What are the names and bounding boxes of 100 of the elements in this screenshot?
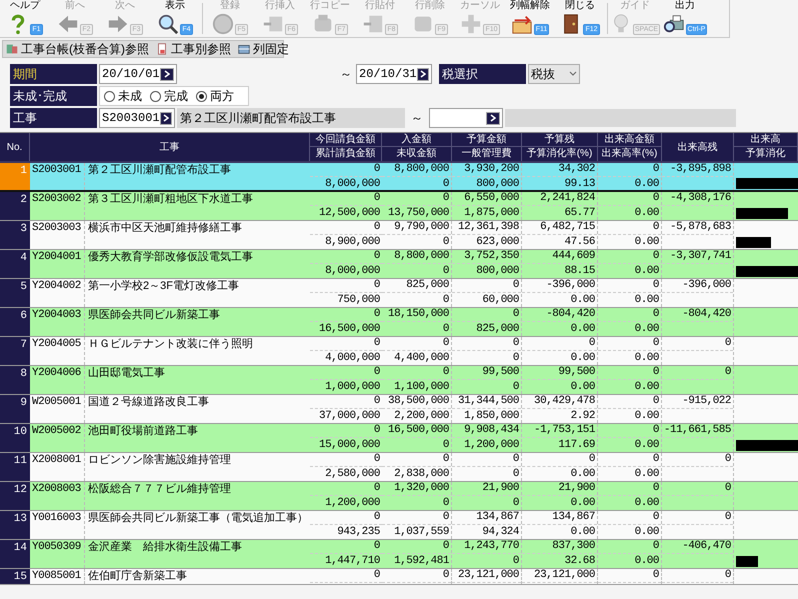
radio-button[interactable] — [104, 90, 115, 102]
table-cell-text: 6,550,000 — [464, 191, 519, 206]
table-row[interactable]: 8 Y2004006 山田邸電気工事 0 1,000,000 0 1,100,000 99,500 0 99,500 0.00 0 0.00 0 — [0, 366, 798, 395]
table-cell-text: 825,000 — [406, 278, 449, 294]
radio-option[interactable]: 完成 — [150, 87, 188, 105]
table-cell-text: 18,150,000 — [388, 307, 449, 322]
radio-option[interactable]: 未成 — [104, 87, 142, 105]
column-header[interactable]: 予算消化 — [734, 147, 797, 161]
input-field[interactable] — [429, 108, 503, 128]
table-cell-text: 0 — [652, 394, 659, 410]
table-row[interactable]: 9 W2005001 国道２号線道路改良工事 0 37,000,000 38,500,000 2,200,000 31,344,500 1,850,000 30,429,478 2.92 0 0.00 -915,022 — [0, 395, 798, 424]
column-header[interactable]: 入金額 — [382, 133, 451, 147]
table-cell-text: 0 — [724, 452, 731, 468]
column-header[interactable]: 累計請負金額 — [310, 147, 381, 161]
picker-button[interactable] — [416, 68, 429, 80]
table-cell-text: 0 — [724, 481, 731, 496]
table-cell-text: 0.00 — [634, 264, 659, 279]
radio-button[interactable] — [196, 90, 207, 102]
table-cell-text: 99.13 — [564, 176, 595, 192]
table-cell-text: 47.56 — [564, 234, 595, 250]
field-label: 税選択 — [439, 64, 526, 84]
row-number: 1 — [20, 164, 27, 179]
table-cell-text: 0 — [374, 336, 380, 352]
table-cell: ＨＧビルテナント改装に伴う照明 — [88, 338, 253, 350]
table-cell: Y2004003 — [32, 309, 81, 321]
table-cell-text: -3,895,898 — [670, 162, 731, 178]
table-cell-text: 0 — [652, 220, 659, 236]
table-row[interactable]: 12 X2008003 松阪総合７７７ビル維持管理 0 1,200,000 1,320,000 0 21,900 0 21,900 0.00 0 0.00 0 — [0, 482, 798, 511]
table-cell-text: 0.00 — [634, 292, 659, 308]
table-cell-text: 0 — [442, 438, 449, 453]
table-cell-text: 0 — [512, 350, 519, 366]
table-row[interactable]: 14 Y0050309 金沢産業 給排水衛生設備工事 0 1,447,710 0 1,592,481 1,243,770 0 837,300 32.68 0 0.00 -406,470 — [0, 540, 798, 569]
table-cell-text: 0 — [374, 394, 380, 410]
table-cell-text: 0.00 — [634, 524, 659, 540]
table-cell-text: 1,243,770 — [464, 539, 519, 554]
column-header[interactable]: 予算消化率(%) — [522, 147, 597, 161]
table-cell-text: 0 — [442, 539, 449, 554]
table-row[interactable]: 7 Y2004005 ＨＧビルテナント改装に伴う照明 0 4,000,000 0 4,400,000 0 0 0 0.00 0 0.00 0 — [0, 337, 798, 366]
table-cell-text: 2,580,000 — [325, 466, 380, 482]
picker-button[interactable] — [160, 68, 174, 80]
toolbar-button[interactable]: 列固定 — [237, 42, 289, 56]
cross-arrows-icon — [460, 13, 482, 35]
column-header[interactable]: 今回請負金額 — [310, 133, 381, 147]
row-number: 6 — [20, 309, 27, 324]
radio-button[interactable] — [150, 90, 161, 102]
table-row[interactable]: 10 W2005002 池田町役場前道路工事 0 15,000,000 16,500,000 0 9,908,434 1,200,000 -1,753,151 117.69 0 0.00 -11,661,585 — [0, 424, 798, 453]
table-cell-text: 0 — [442, 496, 449, 511]
tax-select[interactable]: 税抜 — [528, 64, 580, 84]
radio-option[interactable]: 両方 — [196, 87, 234, 105]
table-row[interactable]: 6 Y2004003 県医師会共同ビル新築工事 0 16,500,000 18,150,000 0 0 825,000 -804,420 0.00 0 0.00 -804,420 — [0, 308, 798, 337]
picker-button[interactable] — [486, 112, 500, 124]
table-cell-text: 0 — [652, 510, 659, 526]
table-row[interactable]: 11 X2008001 ロビンソン除害施設維持管理 0 2,580,000 0 2,838,000 0 0 0 0.00 0 0.00 0 — [0, 453, 798, 482]
arrow-right-icon — [107, 13, 130, 35]
table-cell-text: 12,361,398 — [458, 220, 519, 236]
row-number: 13 — [14, 512, 27, 527]
table-cell-text: 0 — [652, 539, 659, 554]
table-row[interactable]: 4 Y2004001 優秀大教育学部改修仮設電気工事 0 8,000,000 8,800,000 0 3,752,350 800,000 444,609 88.15 0 0.00 -3,307,741 — [0, 250, 798, 279]
table-cell-text: 0 — [724, 510, 731, 526]
toolbar-button[interactable]: 工事台帳(枝番合算)参照 — [5, 42, 149, 56]
table-cell-text: 0 — [652, 336, 659, 352]
table-cell-text: 2,200,000 — [394, 408, 449, 424]
table-cell-text: 0.00 — [570, 292, 595, 308]
table-cell-text: 0 — [374, 539, 380, 554]
column-header[interactable]: 出来高残 — [678, 140, 718, 154]
table-cell-text: 0 — [442, 234, 449, 250]
column-header[interactable]: 工事 — [160, 140, 180, 154]
table-row[interactable]: 13 Y0016003 県医師会共同ビル新築工事（電気追加工事） 0 943,235 0 1,037,559 134,867 94,324 134,867 0.00 0 0.00 0 — [0, 511, 798, 540]
toolbar-button[interactable]: 工事別参照 — [155, 42, 231, 56]
table-cell: Y2004005 — [32, 338, 81, 350]
column-header[interactable]: 未収金額 — [382, 147, 451, 161]
table-row[interactable]: 15 Y0085001 佐伯町庁舎新築工事 0 0 23,121,000 23,121,000 0 0 — [0, 569, 798, 585]
table-row[interactable]: 3 S2003003 横浜市中区天池町維持修繕工事 0 8,900,000 9,790,000 0 12,361,398 623,000 6,482,715 47.56 0 0.00 -5,878,683 — [0, 221, 798, 250]
column-header[interactable]: No. — [6, 140, 22, 154]
column-header[interactable]: 出来高率(%) — [598, 147, 661, 161]
table-cell: 県医師会共同ビル新築工事 — [88, 309, 220, 321]
table-cell-text: 0.00 — [634, 234, 659, 250]
table-row[interactable]: 5 Y2004002 第一小学校2～3F電灯改修工事 0 750,000 825,000 0 0 60,000 -396,000 0.00 0 0.00 -396,000 — [0, 279, 798, 308]
table-cell-text: 0 — [512, 554, 519, 569]
table-cell-text: 0 — [374, 278, 380, 294]
table-cell-text: 8,000,000 — [325, 176, 380, 192]
input-field[interactable]: 20/10/31 — [356, 64, 432, 84]
table-cell-text: 0 — [652, 278, 659, 294]
picker-button[interactable] — [160, 112, 172, 124]
column-header[interactable]: 予算残 — [522, 133, 597, 147]
column-header[interactable]: 一般管理費 — [452, 147, 521, 161]
table-row[interactable]: 2 S2003002 第３工区川瀬町粗地区下水道工事 0 12,500,000 0 13,750,000 6,550,000 1,875,000 2,241,824 65.77 0 0.00 -4,308,176 — [0, 192, 798, 221]
input-field[interactable]: 20/10/01 — [99, 64, 177, 84]
table-cell-text: 0 — [374, 191, 380, 206]
input-field[interactable]: S2003001 — [99, 108, 175, 128]
column-header[interactable]: 出来高金額 — [598, 133, 661, 147]
table-cell-text: -406,470 — [682, 539, 731, 554]
table-cell-text: 0.00 — [634, 380, 659, 395]
chevron-right-icon — [490, 114, 496, 122]
table-cell-text: 9,790,000 — [394, 220, 449, 236]
table-cell: 山田邸電気工事 — [88, 367, 165, 379]
column-header[interactable]: 予算金額 — [452, 133, 521, 147]
column-header[interactable]: 出来高 — [734, 133, 797, 147]
table-row[interactable]: 1 S2003001 第２工区川瀬町配管布設工事 0 8,000,000 8,800,000 0 3,930,200 800,000 34,302 99.13 0 0.00 -3,895,898 — [0, 163, 798, 192]
table-cell-text: 99,500 — [482, 365, 519, 380]
